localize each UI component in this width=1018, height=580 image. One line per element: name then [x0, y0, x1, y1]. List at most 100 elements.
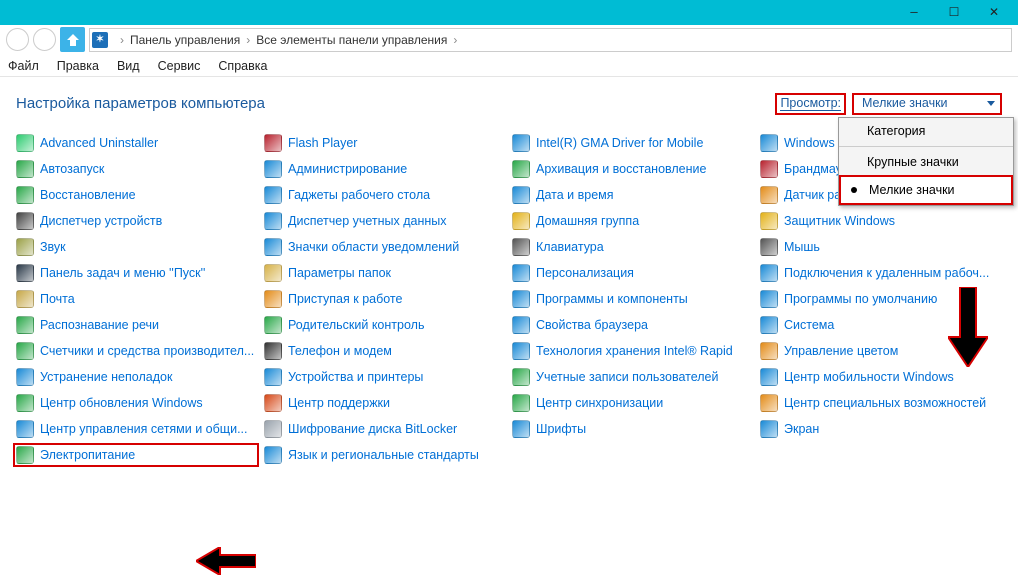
control-panel-item[interactable]: Технология хранения Intel® Rapid [512, 342, 752, 360]
menu-view[interactable]: Вид [117, 59, 140, 73]
control-panel-item[interactable]: Персонализация [512, 264, 752, 282]
breadcrumb-part[interactable]: Панель управления [130, 33, 240, 47]
control-panel-item[interactable]: Мышь [760, 238, 1000, 256]
control-panel-item[interactable]: Распознавание речи [16, 316, 256, 334]
dropdown-item-small-icons[interactable]: Мелкие значки [839, 175, 1013, 205]
control-panel-item[interactable]: Домашняя группа [512, 212, 752, 230]
control-panel-item[interactable]: Центр синхронизации [512, 394, 752, 412]
dropdown-item-large-icons[interactable]: Крупные значки [839, 149, 1013, 175]
content-area: Настройка параметров компьютера Просмотр… [0, 77, 1018, 559]
item-icon [512, 264, 530, 282]
minimize-button[interactable]: ─ [894, 2, 934, 23]
control-panel-item[interactable]: Подключения к удаленным рабоч... [760, 264, 1000, 282]
control-panel-item[interactable]: Диспетчер устройств [16, 212, 256, 230]
maximize-button[interactable]: ☐ [934, 2, 974, 23]
item-label: Экран [784, 422, 819, 436]
control-panel-item[interactable]: Программы и компоненты [512, 290, 752, 308]
item-label: Шифрование диска BitLocker [288, 422, 457, 436]
annotation-arrow-down [948, 287, 988, 372]
control-panel-item[interactable]: Устройства и принтеры [264, 368, 504, 386]
control-panel-item[interactable]: Устранение неполадок [16, 368, 256, 386]
item-icon [264, 342, 282, 360]
item-label: Распознавание речи [40, 318, 159, 332]
menu-file[interactable]: Файл [8, 59, 39, 73]
menu-help[interactable]: Справка [218, 59, 267, 73]
item-icon [760, 186, 778, 204]
item-label: Параметры папок [288, 266, 391, 280]
forward-button[interactable] [33, 28, 56, 51]
item-label: Приступая к работе [288, 292, 402, 306]
control-panel-item[interactable]: Центр обновления Windows [16, 394, 256, 412]
item-icon [16, 290, 34, 308]
control-panel-item[interactable]: Параметры папок [264, 264, 504, 282]
up-button[interactable] [60, 27, 85, 52]
control-panel-item[interactable]: Клавиатура [512, 238, 752, 256]
control-panel-item[interactable]: Учетные записи пользователей [512, 368, 752, 386]
control-panel-item[interactable]: Электропитание [13, 443, 259, 467]
control-panel-item[interactable]: Значки области уведомлений [264, 238, 504, 256]
control-panel-item[interactable]: Шифрование диска BitLocker [264, 420, 504, 438]
view-label: Просмотр: [775, 93, 846, 115]
control-panel-item[interactable]: Панель задач и меню ''Пуск'' [16, 264, 256, 282]
control-panel-item[interactable]: Защитник Windows [760, 212, 1000, 230]
control-panel-item[interactable]: Экран [760, 420, 1000, 438]
control-panel-item[interactable]: Звук [16, 238, 256, 256]
menu-service[interactable]: Сервис [158, 59, 201, 73]
item-label: Программы по умолчанию [784, 292, 937, 306]
view-dropdown-button[interactable]: Мелкие значки [852, 93, 1002, 115]
annotation-arrow-left [196, 547, 256, 580]
control-panel-item[interactable]: Администрирование [264, 160, 504, 178]
item-label: Технология хранения Intel® Rapid [536, 344, 733, 358]
control-panel-item[interactable]: Диспетчер учетных данных [264, 212, 504, 230]
control-panel-item[interactable]: Автозапуск [16, 160, 256, 178]
item-label: Клавиатура [536, 240, 604, 254]
control-panel-item[interactable]: Гаджеты рабочего стола [264, 186, 504, 204]
item-icon [760, 368, 778, 386]
control-panel-item[interactable]: Центр специальных возможностей [760, 394, 1000, 412]
dropdown-separator [839, 146, 1013, 147]
item-icon [760, 134, 778, 152]
chevron-right-icon: › [120, 33, 124, 47]
item-icon [264, 160, 282, 178]
dropdown-item-category[interactable]: Категория [839, 118, 1013, 144]
item-icon [16, 446, 34, 464]
menu-edit[interactable]: Правка [57, 59, 99, 73]
item-label: Управление цветом [784, 344, 898, 358]
item-icon [16, 342, 34, 360]
address-bar[interactable]: ✶ › Панель управления › Все элементы пан… [89, 28, 1012, 52]
item-label: Advanced Uninstaller [40, 136, 158, 150]
control-panel-item[interactable]: Почта [16, 290, 256, 308]
item-label: Гаджеты рабочего стола [288, 188, 430, 202]
control-panel-item[interactable]: Приступая к работе [264, 290, 504, 308]
control-panel-item[interactable]: Intel(R) GMA Driver for Mobile [512, 134, 752, 152]
breadcrumb-part[interactable]: Все элементы панели управления [256, 33, 447, 47]
control-panel-item[interactable]: Восстановление [16, 186, 256, 204]
close-button[interactable]: ✕ [974, 2, 1014, 23]
control-panel-item[interactable]: Телефон и модем [264, 342, 504, 360]
control-panel-item[interactable]: Архивация и восстановление [512, 160, 752, 178]
view-dropdown-value: Мелкие значки [862, 96, 948, 110]
control-panel-item[interactable]: Центр поддержки [264, 394, 504, 412]
control-panel-item[interactable]: Центр управления сетями и общи... [16, 420, 256, 438]
item-label: Восстановление [40, 188, 136, 202]
item-icon [16, 186, 34, 204]
item-icon [16, 238, 34, 256]
item-icon [512, 316, 530, 334]
control-panel-item[interactable]: Шрифты [512, 420, 752, 438]
back-button[interactable] [6, 28, 29, 51]
control-panel-item[interactable]: Свойства браузера [512, 316, 752, 334]
item-icon [760, 316, 778, 334]
control-panel-item[interactable]: Flash Player [264, 134, 504, 152]
control-panel-item[interactable]: Advanced Uninstaller [16, 134, 256, 152]
item-icon [16, 134, 34, 152]
item-icon [760, 290, 778, 308]
control-panel-item[interactable]: Родительский контроль [264, 316, 504, 334]
item-icon [760, 264, 778, 282]
control-panel-item[interactable]: Язык и региональные стандарты [264, 446, 504, 464]
item-label: Программы и компоненты [536, 292, 688, 306]
item-label: Центр поддержки [288, 396, 390, 410]
control-panel-item[interactable]: Счетчики и средства производител... [16, 342, 256, 360]
item-icon [760, 342, 778, 360]
item-icon [264, 186, 282, 204]
control-panel-item[interactable]: Дата и время [512, 186, 752, 204]
